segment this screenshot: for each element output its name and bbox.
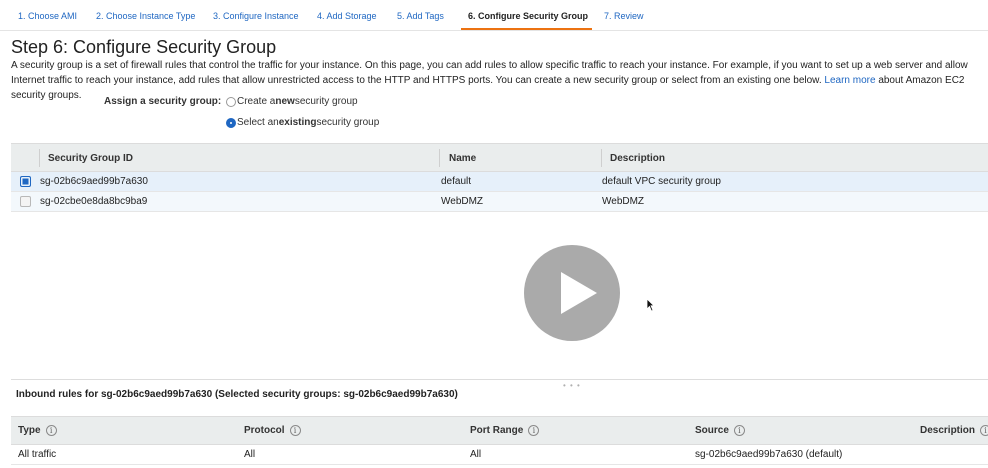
security-group-name: default: [441, 176, 472, 187]
rule-source: sg-02b6c9aed99b7a630 (default): [695, 449, 843, 460]
panel-divider: [11, 379, 988, 380]
security-group-id: sg-02cbe0e8da8bc9ba9: [40, 196, 148, 207]
security-group-name: WebDMZ: [441, 196, 484, 207]
column-name[interactable]: Name: [449, 153, 476, 164]
column-source: Source i: [695, 425, 745, 436]
column-port-range: Port Range i: [470, 425, 540, 436]
tab-choose-instance-type[interactable]: 2. Choose Instance Type: [96, 11, 195, 21]
row-checkbox-checked[interactable]: [20, 176, 31, 187]
security-groups-table: Security Group ID Name Description sg-02…: [11, 143, 988, 212]
column-divider: [439, 149, 440, 167]
column-type-label: Type: [18, 425, 41, 436]
create-label-post: security group: [294, 96, 358, 107]
tab-add-tags[interactable]: 5. Add Tags: [397, 11, 444, 21]
tab-add-storage[interactable]: 4. Add Storage: [317, 11, 377, 21]
tab-configure-security-group[interactable]: 6. Configure Security Group: [468, 11, 588, 21]
inbound-rules-header: Type i Protocol i Port Range i Source i Desc…: [11, 416, 988, 445]
wizard-tabs: 1. Choose AMI 2. Choose Instance Type 3.…: [0, 0, 988, 31]
mouse-pointer-icon: [646, 298, 655, 312]
security-group-row[interactable]: sg-02b6c9aed99b7a630 default default VPC…: [11, 172, 988, 192]
rule-protocol: All: [244, 449, 256, 460]
active-tab-indicator: [461, 28, 592, 30]
info-icon[interactable]: i: [289, 425, 301, 436]
create-label-bold: new: [275, 96, 295, 107]
info-icon[interactable]: i: [528, 425, 540, 436]
play-triangle: [561, 272, 597, 314]
inbound-rule-row: All traffic All All sg-02b6c9aed99b7a630…: [11, 445, 988, 465]
column-protocol: Protocol i: [244, 425, 301, 436]
info-icon[interactable]: i: [980, 425, 988, 436]
column-port-range-label: Port Range: [470, 425, 524, 436]
row-checkbox[interactable]: [20, 196, 31, 207]
assign-security-group-label: Assign a security group:: [104, 96, 222, 107]
column-protocol-label: Protocol: [244, 425, 285, 436]
inbound-rules-title: Inbound rules for sg-02b6c9aed99b7a630 (…: [16, 389, 458, 400]
column-divider: [39, 149, 40, 167]
column-description: Description i: [920, 425, 988, 436]
column-divider: [601, 149, 602, 167]
security-group-row[interactable]: sg-02cbe0e8da8bc9ba9 WebDMZ WebDMZ: [11, 192, 988, 212]
column-description[interactable]: Description: [610, 153, 665, 164]
inbound-rules-table: Type i Protocol i Port Range i Source i Desc…: [11, 416, 988, 465]
security-group-id: sg-02b6c9aed99b7a630: [40, 176, 148, 187]
info-icon[interactable]: i: [733, 425, 745, 436]
security-groups-table-header: Security Group ID Name Description: [11, 143, 988, 172]
resize-handle-icon[interactable]: • • •: [563, 381, 581, 390]
security-group-description: WebDMZ: [602, 196, 645, 207]
column-security-group-id[interactable]: Security Group ID: [48, 153, 133, 164]
rule-type: All traffic: [18, 449, 57, 460]
tab-choose-ami[interactable]: 1. Choose AMI: [18, 11, 77, 21]
rule-port-range: All: [470, 449, 482, 460]
radio-select-existing-group[interactable]: Select an existing security group: [226, 117, 379, 128]
play-icon[interactable]: [524, 245, 620, 341]
select-label-pre: Select an: [237, 117, 279, 128]
page-title: Step 6: Configure Security Group: [11, 37, 277, 57]
select-label-bold: existing: [278, 117, 317, 128]
column-type: Type i: [18, 425, 57, 436]
select-label-post: security group: [316, 117, 380, 128]
column-description-label: Description: [920, 425, 976, 436]
security-group-description: default VPC security group: [602, 176, 721, 187]
learn-more-link[interactable]: Learn more: [824, 75, 875, 86]
column-source-label: Source: [695, 425, 729, 436]
tab-configure-instance[interactable]: 3. Configure Instance: [213, 11, 299, 21]
radio-create-new-group[interactable]: Create a new security group: [226, 96, 358, 107]
radio-selected-icon[interactable]: [226, 117, 236, 128]
tab-review[interactable]: 7. Review: [604, 11, 644, 21]
create-label-pre: Create a: [237, 96, 276, 107]
info-icon[interactable]: i: [45, 425, 57, 436]
radio-unselected-icon[interactable]: [226, 96, 236, 107]
